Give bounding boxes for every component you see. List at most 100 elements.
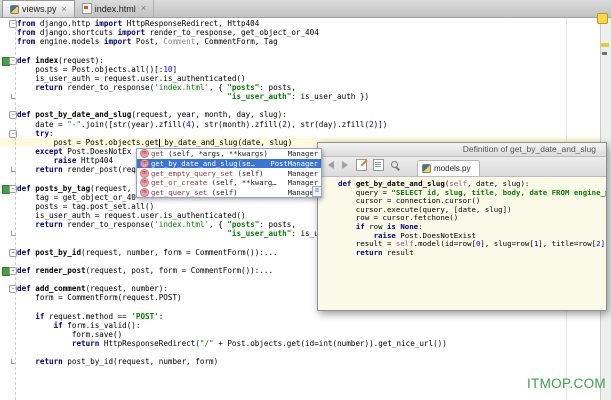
definition-code: def get_by_date_and_slug(self, date, slu…	[318, 177, 606, 312]
code-line: − from django.http import HttpResponseRed…	[0, 19, 600, 28]
close-icon[interactable]: ×	[62, 4, 67, 14]
inspection-status-icon[interactable]	[597, 13, 608, 24]
token: def	[17, 265, 31, 275]
token: render_to_response(	[62, 82, 155, 92]
fold-marker[interactable]: −	[9, 285, 17, 294]
fold-marker[interactable]: −	[9, 20, 17, 28]
method-icon: m	[140, 188, 149, 198]
token: except	[35, 146, 63, 156]
fold-marker[interactable]: +	[9, 266, 17, 275]
token: add_comment	[35, 284, 86, 294]
token: ], b	[600, 239, 606, 249]
completion-list: m get (self, *args, **kwargs) Manager m get_…	[137, 149, 321, 198]
token: render_to_response(	[62, 220, 155, 230]
fold-marker[interactable]: −	[9, 111, 17, 120]
token: Http404	[76, 156, 114, 166]
back-icon[interactable]	[322, 160, 334, 171]
completion-name: get	[151, 149, 164, 159]
completion-item[interactable]: m get_empty_query_set (self) Manager	[137, 168, 321, 178]
token: raise	[53, 156, 77, 166]
code-line: if request.method == 'POST':	[0, 312, 600, 321]
tab-views-py[interactable]: views.py ×	[2, 0, 75, 17]
completion-signature: (self, **kwarg…	[207, 178, 277, 188]
token: HttpResponseRedirect, Http404	[122, 19, 260, 28]
definition-file-tab[interactable]: models.py	[417, 160, 481, 176]
stripe-marker[interactable]	[602, 52, 607, 55]
code-line: "is_user_auth": is_user_auth })	[0, 92, 600, 101]
forward-icon[interactable]	[339, 160, 350, 171]
completion-signature: (self)	[233, 168, 264, 178]
token: post = Post.objects.get	[17, 137, 159, 147]
token: request.method ==	[44, 311, 132, 321]
fold-marker[interactable]: −	[9, 129, 17, 138]
token: , {	[209, 220, 228, 230]
token: Post.DoesNotEx	[62, 146, 132, 156]
completion-item[interactable]: m get_by_date_and_slug (se… PostManager	[137, 158, 321, 169]
token: is_user_auth = request.user.is_authentic…	[17, 210, 246, 220]
token: posts_by_tag	[35, 183, 91, 193]
token: ), str(month).zfill(	[190, 119, 283, 129]
code-line: return post_by_id(request, number, form)	[0, 357, 600, 366]
html-file-icon	[81, 3, 92, 14]
token: "-"	[67, 119, 82, 129]
token: from	[17, 28, 36, 38]
token: 'POST'	[131, 311, 159, 321]
token: "is_user_auth"	[227, 92, 292, 102]
fold-marker[interactable]	[11, 167, 16, 173]
token: index	[35, 55, 59, 65]
sort-relevance-icon[interactable]: π	[312, 186, 322, 198]
stripe-marker[interactable]	[601, 43, 609, 47]
token: Comment	[163, 37, 196, 47]
token: (request, number):	[85, 284, 168, 294]
fold-marker[interactable]: +	[9, 248, 17, 257]
view-source-icon[interactable]	[373, 158, 384, 171]
token: ]	[172, 64, 178, 74]
tab-index-html[interactable]: index.html ×	[75, 0, 155, 17]
completion-item[interactable]: m get (self, *args, **kwargs) Manager	[137, 149, 321, 159]
fold-marker[interactable]: −	[9, 56, 17, 65]
token: : posts,	[259, 82, 296, 92]
token: engine.models	[35, 37, 104, 47]
definition-popup: Definition of get_by_date_and_slug model…	[317, 142, 607, 311]
code-line: − try:	[0, 129, 600, 138]
completion-type: Manager	[287, 149, 318, 159]
token: from	[17, 19, 36, 28]
token: post_by_date_and_slug	[35, 110, 132, 120]
edit-source-icon[interactable]	[356, 158, 367, 171]
fold-marker[interactable]	[11, 231, 16, 237]
token: ], slug=row[	[480, 239, 534, 249]
code-line: from django.shortcuts import render_to_r…	[0, 28, 600, 37]
fold-marker[interactable]: −	[9, 184, 17, 193]
tab-label: views.py	[22, 4, 57, 14]
token: import	[117, 28, 146, 38]
token: :	[158, 311, 164, 321]
token: form.is_valid():	[62, 320, 141, 330]
code-line: − def post_by_date_and_slug(request, year…	[0, 110, 600, 120]
completion-item[interactable]: m get_query_set (self) Manager	[137, 188, 321, 198]
token: (request, year, month, day, slug):	[131, 110, 287, 120]
token: posts = Post.objects.all()[:	[17, 64, 164, 74]
fold-marker[interactable]	[11, 94, 16, 100]
close-icon[interactable]: ×	[141, 4, 146, 13]
token: (request):	[58, 55, 104, 65]
ide-window: views.py × index.html × − from django.htt…	[0, 0, 611, 400]
token: tag = get_object_or_40	[17, 192, 136, 202]
find-icon[interactable]	[390, 160, 401, 171]
completion-item[interactable]: m get_or_create (self, **kwarg… Manager	[137, 178, 321, 188]
code-line: if form.is_valid():	[0, 321, 600, 330]
tab-label: index.html	[94, 3, 136, 14]
token: form = CommentForm(request.POST)	[17, 293, 182, 303]
completion-type: PostManager	[270, 159, 318, 169]
token: .model(id=row[	[413, 239, 476, 249]
token: form.save()	[17, 329, 123, 339]
token: "/"	[199, 338, 214, 348]
token: return	[35, 220, 63, 230]
fold-marker[interactable]	[11, 359, 16, 365]
completion-signature: (se…	[237, 159, 255, 169]
